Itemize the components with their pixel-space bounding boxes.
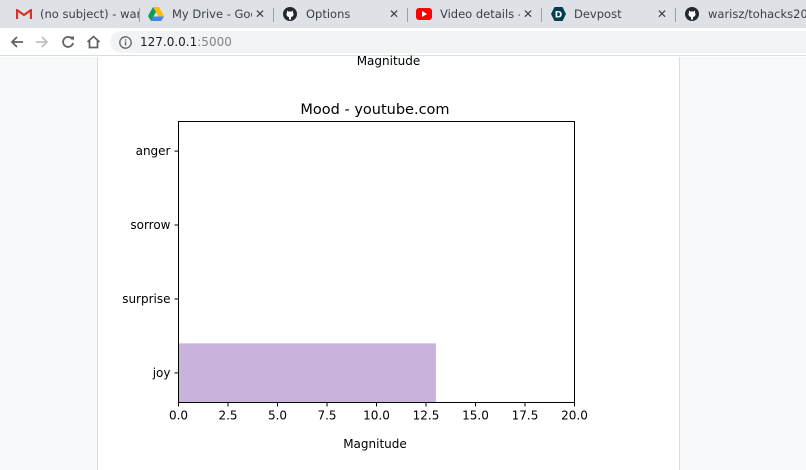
address-bar[interactable]: 127.0.0.1:5000 <box>110 31 806 53</box>
reload-icon <box>62 36 74 48</box>
tab-title: My Drive - Google Drive <box>172 7 252 21</box>
chart-title: Mood - youtube.com <box>300 102 449 118</box>
youtube-icon <box>416 6 432 22</box>
info-icon[interactable] <box>118 35 132 49</box>
bars-group <box>178 343 436 403</box>
home-icon <box>86 35 100 49</box>
x-tick-label: 12.5 <box>413 409 440 423</box>
x-tick-label: 2.5 <box>218 409 237 423</box>
x-axis: 0.0 2.5 5.0 7.5 10.0 12.5 15.0 17.5 20.0 <box>169 402 588 423</box>
close-icon[interactable]: ✕ <box>520 6 536 22</box>
home-button[interactable] <box>83 32 103 52</box>
close-icon[interactable]: ✕ <box>252 6 268 22</box>
gmail-icon <box>16 6 32 22</box>
tab-title: (no subject) - waris <box>40 7 140 21</box>
google-drive-icon <box>148 6 164 22</box>
x-tick-label: 15.0 <box>462 409 489 423</box>
back-arrow-icon <box>10 36 23 48</box>
tab-github-repo[interactable]: warisz/tohacks20 <box>676 0 806 28</box>
github-icon <box>282 6 298 22</box>
forward-arrow-icon <box>36 36 49 48</box>
page-body: Magnitude Mood - youtube.com Magnitude a… <box>97 54 680 470</box>
url-port: :5000 <box>197 35 232 49</box>
svg-text:D: D <box>554 11 561 21</box>
x-tick-label: 10.0 <box>363 409 390 423</box>
close-icon[interactable]: ✕ <box>654 6 670 22</box>
devpost-icon: D <box>550 6 566 22</box>
x-tick-label: 20.0 <box>561 409 588 423</box>
tab-title: Devpost <box>574 7 622 21</box>
browser-toolbar: 127.0.0.1:5000 <box>0 28 806 56</box>
y-tick-label: anger <box>136 144 171 158</box>
page-viewport: Magnitude Mood - youtube.com Magnitude a… <box>0 54 806 470</box>
tab-options[interactable]: Options ✕ <box>274 0 408 28</box>
x-axis-label: Magnitude <box>343 437 407 451</box>
bar-joy <box>178 343 436 403</box>
x-tick-label: 0.0 <box>169 409 188 423</box>
tab-devpost[interactable]: D Devpost ✕ <box>542 0 676 28</box>
close-icon[interactable]: ✕ <box>386 6 402 22</box>
forward-button[interactable] <box>32 32 52 52</box>
y-tick-label: sorrow <box>130 218 170 232</box>
url-text: 127.0.0.1:5000 <box>140 35 232 49</box>
x-tick-label: 5.0 <box>268 409 287 423</box>
tab-youtube[interactable]: Video details - YouTube ✕ <box>408 0 542 28</box>
y-axis: anger sorrow surprise joy <box>122 144 179 380</box>
y-tick-label: joy <box>152 366 171 380</box>
tab-title: Video details - YouTube <box>440 7 520 21</box>
tab-strip: (no subject) - waris My Drive - Google D… <box>0 0 806 28</box>
reload-button[interactable] <box>58 32 78 52</box>
tab-google-drive[interactable]: My Drive - Google Drive ✕ <box>140 0 274 28</box>
tab-gmail[interactable]: (no subject) - waris <box>8 0 140 28</box>
x-tick-label: 17.5 <box>512 409 539 423</box>
back-button[interactable] <box>7 32 27 52</box>
mood-chart: Mood - youtube.com Magnitude anger sorrow… <box>122 102 588 451</box>
tab-title: Options <box>306 7 351 21</box>
tab-title: warisz/tohacks20 <box>708 7 806 21</box>
x-tick-label: 7.5 <box>317 409 336 423</box>
url-host: 127.0.0.1 <box>140 35 198 49</box>
github-icon <box>684 6 700 22</box>
y-tick-label: surprise <box>122 292 170 306</box>
